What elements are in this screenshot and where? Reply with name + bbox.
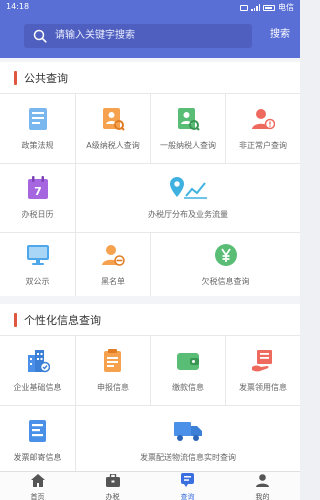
- grid-item-label: 欠税信息查询: [201, 276, 250, 286]
- tab-label: 首页: [30, 492, 45, 500]
- grid-item-label: 企业基础信息: [13, 382, 62, 392]
- tab-mine[interactable]: 我的: [225, 472, 300, 500]
- personal-query-grid: 企业基础信息 申报信息 缴款信息 发票领用信息 发票邮寄信息 发票配送物流信息实…: [0, 336, 300, 471]
- grid-item-abnormal-account[interactable]: 非正常户查询: [226, 94, 300, 163]
- section-title-public-query: 公共查询: [0, 62, 300, 94]
- grid-item-declaration-info[interactable]: 申报信息: [76, 336, 150, 405]
- person-search-icon: [101, 107, 125, 131]
- grid-item-label: 政策法规: [21, 140, 54, 150]
- status-time: 14:18: [6, 2, 30, 11]
- grid-item-payment-info[interactable]: 缴款信息: [151, 336, 225, 405]
- map-pin-chart-icon: [168, 176, 208, 200]
- tab-home[interactable]: 首页: [0, 472, 75, 500]
- section-spacer: [0, 296, 300, 304]
- grid-item-label: 缴款信息: [172, 382, 204, 392]
- header: 14:18 电信 请输入关键字搜索 搜索: [0, 0, 300, 58]
- person-block-icon: [101, 243, 125, 267]
- calendar-icon: 7: [26, 176, 50, 200]
- status-bar: 14:18 电信: [0, 0, 300, 14]
- section-accent-bar: [14, 71, 17, 85]
- app-root: 14:18 电信 请输入关键字搜索 搜索 公共查询 政策法规 A级纳税人查询 一…: [0, 0, 300, 500]
- grid-item-tax-arrears[interactable]: 欠税信息查询: [151, 233, 300, 296]
- building-icon: [26, 349, 50, 373]
- grid-item-label: 双公示: [25, 276, 50, 286]
- content-area: 公共查询 政策法规 A级纳税人查询 一般纳税人查询 非正常户查询 7 办税日历 …: [0, 58, 300, 471]
- grid-item-label: 一般纳税人查询: [160, 140, 216, 150]
- truck-icon: [173, 419, 203, 443]
- section-accent-bar: [14, 313, 17, 327]
- search-list-icon: [181, 472, 194, 491]
- section-title-personal-query: 个性化信息查询: [0, 304, 300, 336]
- grid-item-blacklist[interactable]: 黑名单: [76, 233, 150, 296]
- search-button[interactable]: 搜索: [270, 28, 290, 42]
- invoice-hand-icon: [251, 349, 275, 373]
- section-title-text: 个性化信息查询: [24, 313, 101, 327]
- grid-item-label: 发票邮寄信息: [13, 453, 62, 462]
- report-icon: [101, 348, 125, 373]
- grid-item-company-info[interactable]: 企业基础信息: [0, 336, 75, 405]
- monitor-icon: [26, 243, 50, 267]
- search-bar[interactable]: 请输入关键字搜索: [24, 24, 252, 48]
- grid-item-double-publicity[interactable]: 双公示: [0, 233, 75, 296]
- search-icon: [29, 25, 51, 47]
- grid-item-general-taxpayer[interactable]: 一般纳税人查询: [151, 94, 225, 163]
- yen-coin-icon: [214, 243, 238, 267]
- public-query-grid: 政策法规 A级纳税人查询 一般纳税人查询 非正常户查询 7 办税日历 办税厅分布…: [0, 94, 300, 296]
- grid-item-label: 非正常户查询: [239, 140, 287, 150]
- grid-item-label: 发票配送物流信息实时查询: [140, 453, 236, 462]
- status-indicators: 电信: [240, 2, 294, 13]
- tab-label: 我的: [255, 492, 270, 500]
- bluetooth-icon: [240, 4, 248, 11]
- grid-item-invoice-logistics[interactable]: 发票配送物流信息实时查询: [76, 406, 300, 471]
- grid-item-policy[interactable]: 政策法规: [0, 94, 75, 163]
- tab-label: 办税: [105, 492, 120, 500]
- home-icon: [30, 472, 45, 491]
- search-input[interactable]: 请输入关键字搜索: [55, 24, 135, 48]
- battery-icon: [263, 4, 275, 11]
- grid-item-label: 发票领用信息: [239, 382, 287, 392]
- grid-item-tax-calendar[interactable]: 7 办税日历: [0, 164, 75, 232]
- tab-query[interactable]: 查询: [150, 472, 225, 500]
- grid-item-label: 办税日历: [21, 210, 54, 219]
- grid-item-label: 申报信息: [97, 382, 129, 392]
- grid-item-invoice-issuance[interactable]: 发票领用信息: [226, 336, 300, 405]
- grid-item-a-taxpayer[interactable]: A级纳税人查询: [76, 94, 150, 163]
- signal-icon: [251, 4, 260, 11]
- svg-text:7: 7: [34, 185, 42, 198]
- document-icon: [26, 107, 50, 131]
- grid-item-label: A级纳税人查询: [86, 140, 140, 150]
- briefcase-icon: [105, 472, 120, 491]
- person-alert-icon: [251, 107, 275, 131]
- bottom-tab-bar: 首页 办税 查询 我的: [0, 471, 300, 500]
- personal-query-section: 个性化信息查询 企业基础信息 申报信息 缴款信息 发票领用信息 发票邮寄信息 发…: [0, 304, 300, 471]
- grid-item-hall-distribution[interactable]: 办税厅分布及业务流量: [76, 164, 300, 232]
- grid-item-label: 黑名单: [101, 276, 125, 286]
- user-icon: [256, 472, 269, 491]
- document-search-icon: [176, 107, 200, 131]
- grid-item-label: 办税厅分布及业务流量: [148, 210, 228, 219]
- section-title-text: 公共查询: [24, 71, 68, 85]
- tab-tax-handling[interactable]: 办税: [75, 472, 150, 500]
- wallet-icon: [176, 349, 200, 373]
- public-query-section: 公共查询 政策法规 A级纳税人查询 一般纳税人查询 非正常户查询 7 办税日历 …: [0, 62, 300, 296]
- list-icon: [26, 419, 50, 443]
- carrier-label: 电信: [278, 3, 294, 12]
- grid-item-invoice-mailing[interactable]: 发票邮寄信息: [0, 406, 75, 471]
- tab-label: 查询: [180, 492, 195, 500]
